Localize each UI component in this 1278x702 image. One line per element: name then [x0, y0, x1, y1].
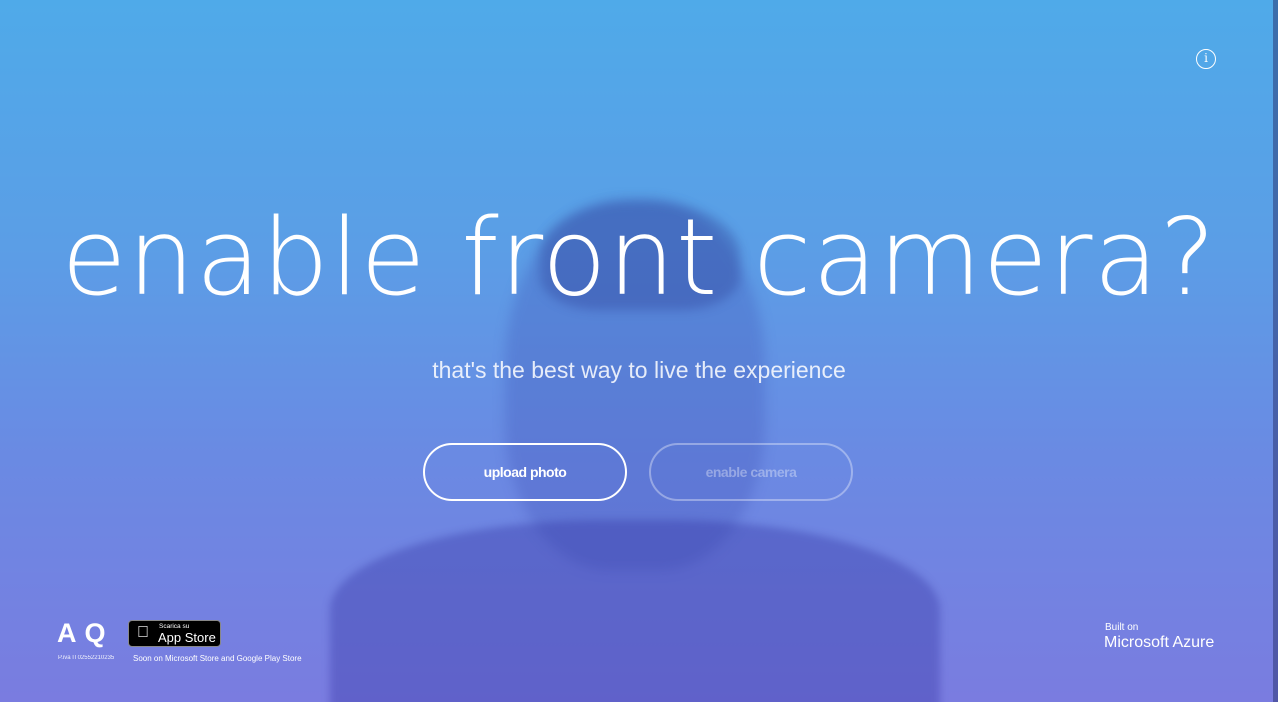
- enable-camera-button[interactable]: enable camera: [649, 443, 853, 501]
- subtitle: that's the best way to live the experien…: [432, 357, 846, 383]
- app-store-text: App Store: [158, 630, 216, 645]
- built-on-label: Built on: [1105, 622, 1139, 633]
- vat-number: P.iva IT02552210235: [58, 655, 115, 661]
- app-store-badge[interactable]:  Scarica su App Store: [128, 620, 221, 647]
- upload-photo-button[interactable]: upload photo: [423, 443, 627, 501]
- info-icon[interactable]: i: [1196, 49, 1216, 69]
- scrollbar-edge: [1273, 0, 1278, 702]
- background-video-body: [330, 520, 940, 702]
- aq-logo: AQ: [57, 618, 114, 648]
- app-store-small-text: Scarica su: [159, 623, 190, 630]
- page-title: enable front camera?: [61, 196, 1217, 319]
- coming-soon-text: Soon on Microsoft Store and Google Play …: [133, 654, 302, 663]
- microsoft-azure-label: Microsoft Azure: [1104, 634, 1215, 651]
- apple-icon: : [137, 624, 149, 642]
